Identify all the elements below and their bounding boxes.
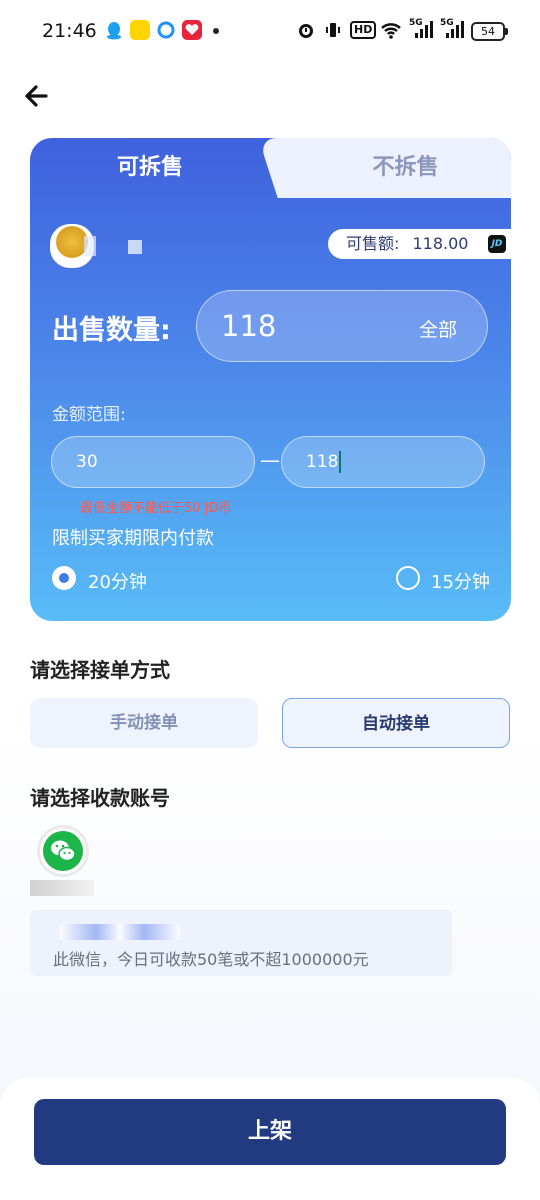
all-button[interactable]: 全部 xyxy=(419,315,457,342)
quantity-label: 出售数量: xyxy=(52,315,171,346)
wifi-icon xyxy=(380,20,402,40)
max-amount-value: 118 xyxy=(306,452,339,472)
shop-notification-icon xyxy=(182,20,202,40)
account-info-box[interactable]: 此微信，今日可收款50笔或不超1000000元 xyxy=(30,910,452,976)
app-notification-icon xyxy=(130,20,150,40)
radio-20min[interactable] xyxy=(52,566,76,590)
sellable-label: 可售额: xyxy=(346,234,400,253)
vibrate-icon xyxy=(323,20,343,40)
quantity-value: 118 xyxy=(221,309,277,343)
wechat-account-option[interactable] xyxy=(40,828,86,874)
radio-15min-label[interactable]: 15分钟 xyxy=(431,568,490,594)
qq-notification-icon xyxy=(104,20,124,40)
browser-notification-icon xyxy=(156,20,176,40)
jd-coin-icon: JD xyxy=(488,235,506,253)
battery-indicator: 54 xyxy=(471,22,508,41)
status-time: 21:46 xyxy=(42,20,97,42)
range-error-text: 最低金额不能低于50 JD币 xyxy=(80,501,232,516)
account-title: 请选择收款账号 xyxy=(30,786,170,810)
arrow-left-icon xyxy=(25,85,48,107)
manual-order-button[interactable]: 手动接单 xyxy=(30,698,258,748)
wechat-icon xyxy=(43,831,83,871)
tab-splittable[interactable]: 可拆售 xyxy=(30,138,270,198)
account-limit-note: 此微信，今日可收款50笔或不超1000000元 xyxy=(53,950,369,969)
sell-card: 可拆售 不拆售 可售额: 118.00 JD 出售数量: 118 全部 金额范围… xyxy=(30,138,511,621)
range-separator: — xyxy=(260,448,280,472)
sellable-value: 118.00 xyxy=(412,234,469,253)
list-for-sale-button[interactable]: 上架 xyxy=(34,1099,506,1165)
status-bar: 21:46 HD 5G 5G 54 xyxy=(0,0,540,62)
sellable-amount-badge: 可售额: 118.00 JD xyxy=(328,229,511,259)
text-cursor xyxy=(339,451,342,473)
hd-voice-icon: HD xyxy=(350,21,377,39)
radio-20min-label[interactable]: 20分钟 xyxy=(88,568,147,594)
back-button[interactable] xyxy=(22,82,50,110)
quantity-input[interactable]: 118 全部 xyxy=(196,290,488,362)
more-notifications-dot xyxy=(213,28,219,34)
redacted-name-2 xyxy=(128,240,142,254)
radio-15min[interactable] xyxy=(396,566,420,590)
redacted-account-id xyxy=(60,924,180,940)
redacted-account-name xyxy=(30,880,94,896)
order-mode-title: 请选择接单方式 xyxy=(30,658,170,682)
amount-range-label: 金额范围: xyxy=(52,405,126,425)
max-amount-input[interactable]: 118 xyxy=(281,436,485,488)
redacted-name xyxy=(84,236,96,256)
payment-limit-label: 限制买家期限内付款 xyxy=(52,528,214,549)
auto-order-button[interactable]: 自动接单 xyxy=(282,698,510,748)
alarm-icon xyxy=(296,20,316,40)
min-amount-input[interactable]: 30 xyxy=(51,436,255,488)
min-amount-value: 30 xyxy=(76,452,98,472)
tab-non-splittable[interactable]: 不拆售 xyxy=(300,138,511,198)
